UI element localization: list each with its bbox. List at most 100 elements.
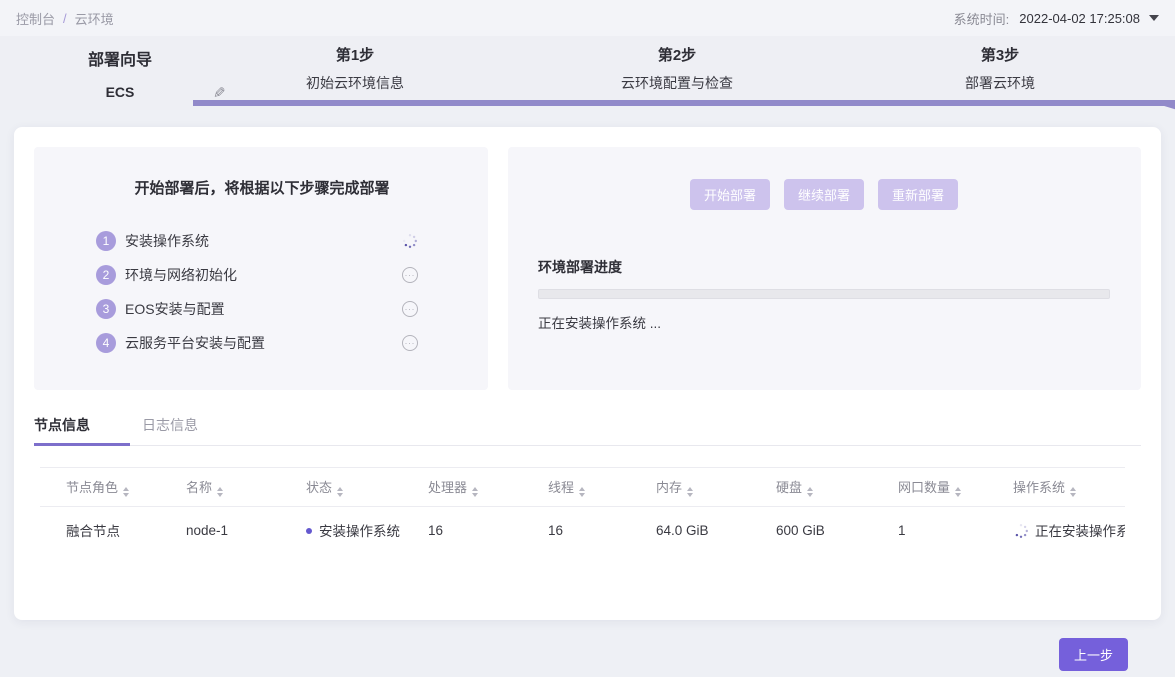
col-node-role[interactable]: 节点角色 [40, 468, 160, 507]
continue-deploy-button[interactable]: 继续部署 [784, 179, 864, 210]
breadcrumb-console[interactable]: 控制台 [16, 9, 55, 28]
pending-ellipsis-icon: ... [402, 267, 418, 283]
breadcrumb-separator: / [63, 11, 67, 26]
step-number: 第2步 [557, 44, 797, 65]
wizard-step-2: 第2步 云环境配置与检查 [557, 44, 797, 93]
wizard-title: 部署向导 [60, 46, 180, 70]
cell-os: 正在安装操作系统 [987, 507, 1125, 554]
cell-nic-count: 1 [872, 507, 987, 554]
deploy-steps-panel: 开始部署后，将根据以下步骤完成部署 1 安装操作系统 [34, 147, 488, 390]
deploy-step-item: 2 环境与网络初始化 ... [96, 258, 418, 292]
wizard-progress-line [193, 100, 1175, 106]
breadcrumb: 控制台 / 云环境 [16, 9, 114, 28]
cell-memory: 64.0 GiB [630, 507, 750, 554]
redeploy-button[interactable]: 重新部署 [878, 179, 958, 210]
sort-icon[interactable] [807, 487, 813, 497]
wizard-env-name: ECS [106, 84, 135, 100]
col-nic-count[interactable]: 网口数量 [872, 468, 987, 507]
active-step-arrow [1151, 102, 1175, 115]
page-body: 开始部署后，将根据以下步骤完成部署 1 安装操作系统 [0, 110, 1175, 671]
step-label: 部署云环境 [880, 73, 1120, 93]
breadcrumb-cloud-env[interactable]: 云环境 [75, 9, 114, 28]
footer-actions: 上一步 [14, 620, 1161, 671]
loading-spinner-icon [1013, 523, 1029, 539]
step-number: 第1步 [235, 44, 475, 65]
status-text: 安装操作系统 [319, 524, 400, 539]
tab-log-info[interactable]: 日志信息 [142, 415, 198, 445]
previous-step-button[interactable]: 上一步 [1059, 638, 1128, 671]
sort-icon[interactable] [472, 487, 478, 497]
step-number: 第3步 [880, 44, 1120, 65]
node-table: 节点角色 名称 状态 处理器 线程 内存 硬盘 网口数量 操作系统 融合节点 n [40, 467, 1125, 553]
col-label: 硬盘 [776, 480, 802, 495]
wizard-step-3: 第3步 部署云环境 [880, 44, 1120, 93]
sort-icon[interactable] [1070, 487, 1076, 497]
col-status[interactable]: 状态 [280, 468, 402, 507]
cell-threads: 16 [522, 507, 630, 554]
col-threads[interactable]: 线程 [522, 468, 630, 507]
sort-icon[interactable] [217, 487, 223, 497]
cell-status: 安装操作系统 [280, 507, 402, 554]
step-number-badge: 4 [96, 333, 116, 353]
deploy-step-item: 1 安装操作系统 [96, 224, 418, 258]
step-number-badge: 1 [96, 231, 116, 251]
progress-title: 环境部署进度 [538, 257, 1110, 277]
deploy-step-item: 4 云服务平台安装与配置 ... [96, 326, 418, 360]
deploy-step-label: 环境与网络初始化 [125, 265, 237, 285]
pending-ellipsis-icon: ... [402, 335, 418, 351]
wizard-header: 部署向导 ECS ✎ 第1步 初始云环境信息 第2步 云环境配置与检查 第3步 … [0, 36, 1175, 110]
sort-icon[interactable] [955, 487, 961, 497]
deploy-step-label: 云服务平台安装与配置 [125, 333, 265, 353]
node-table-wrapper: 节点角色 名称 状态 处理器 线程 内存 硬盘 网口数量 操作系统 融合节点 n [40, 467, 1125, 553]
col-name[interactable]: 名称 [160, 468, 280, 507]
loading-spinner-icon [402, 233, 418, 249]
progress-status-text: 正在安装操作系统 ... [538, 312, 1110, 332]
cell-node-role: 融合节点 [40, 507, 160, 554]
progress-bar [538, 289, 1110, 299]
active-tab-underline [34, 443, 130, 446]
wizard-step-1: 第1步 初始云环境信息 [235, 44, 475, 93]
chevron-down-icon[interactable] [1149, 15, 1159, 21]
table-header-row: 节点角色 名称 状态 处理器 线程 内存 硬盘 网口数量 操作系统 [40, 468, 1125, 507]
sort-icon[interactable] [337, 487, 343, 497]
col-disk[interactable]: 硬盘 [750, 468, 872, 507]
col-memory[interactable]: 内存 [630, 468, 750, 507]
system-time-value: 2022-04-02 17:25:08 [1019, 11, 1140, 26]
col-os[interactable]: 操作系统 [987, 468, 1125, 507]
sort-icon[interactable] [579, 487, 585, 497]
deploy-steps-title: 开始部署后，将根据以下步骤完成部署 [66, 177, 458, 198]
col-cpu[interactable]: 处理器 [402, 468, 522, 507]
table-row[interactable]: 融合节点 node-1 安装操作系统 16 16 64.0 GiB 600 Gi… [40, 507, 1125, 554]
pending-ellipsis-icon: ... [402, 301, 418, 317]
system-time-label: 系统时间: [954, 9, 1010, 28]
spinner-svg [402, 233, 418, 249]
wizard-title-block: 部署向导 ECS ✎ [60, 46, 180, 102]
start-deploy-button[interactable]: 开始部署 [690, 179, 770, 210]
col-label: 内存 [656, 480, 682, 495]
sort-icon[interactable] [123, 487, 129, 497]
deploy-progress-panel: 开始部署 继续部署 重新部署 环境部署进度 正在安装操作系统 ... [508, 147, 1141, 390]
col-label: 节点角色 [66, 480, 118, 495]
sort-icon[interactable] [687, 487, 693, 497]
topbar: 控制台 / 云环境 系统时间: 2022-04-02 17:25:08 [0, 0, 1175, 36]
os-status-text: 正在安装操作系统 [1035, 524, 1125, 539]
status-dot-icon [306, 528, 312, 534]
tab-node-info[interactable]: 节点信息 [34, 415, 90, 445]
step-number-badge: 2 [96, 265, 116, 285]
col-label: 处理器 [428, 480, 467, 495]
tab-bar: 节点信息 日志信息 [34, 415, 1141, 446]
cell-disk: 600 GiB [750, 507, 872, 554]
main-card: 开始部署后，将根据以下步骤完成部署 1 安装操作系统 [14, 127, 1161, 620]
step-number-badge: 3 [96, 299, 116, 319]
cell-cpu: 16 [402, 507, 522, 554]
step-label: 云环境配置与检查 [557, 73, 797, 93]
col-label: 状态 [306, 480, 332, 495]
step-label: 初始云环境信息 [235, 73, 475, 93]
system-time: 系统时间: 2022-04-02 17:25:08 [954, 9, 1159, 28]
col-label: 网口数量 [898, 480, 950, 495]
cell-name: node-1 [160, 507, 280, 554]
deploy-step-label: 安装操作系统 [125, 231, 209, 251]
col-label: 名称 [186, 480, 212, 495]
col-label: 操作系统 [1013, 480, 1065, 495]
col-label: 线程 [548, 480, 574, 495]
